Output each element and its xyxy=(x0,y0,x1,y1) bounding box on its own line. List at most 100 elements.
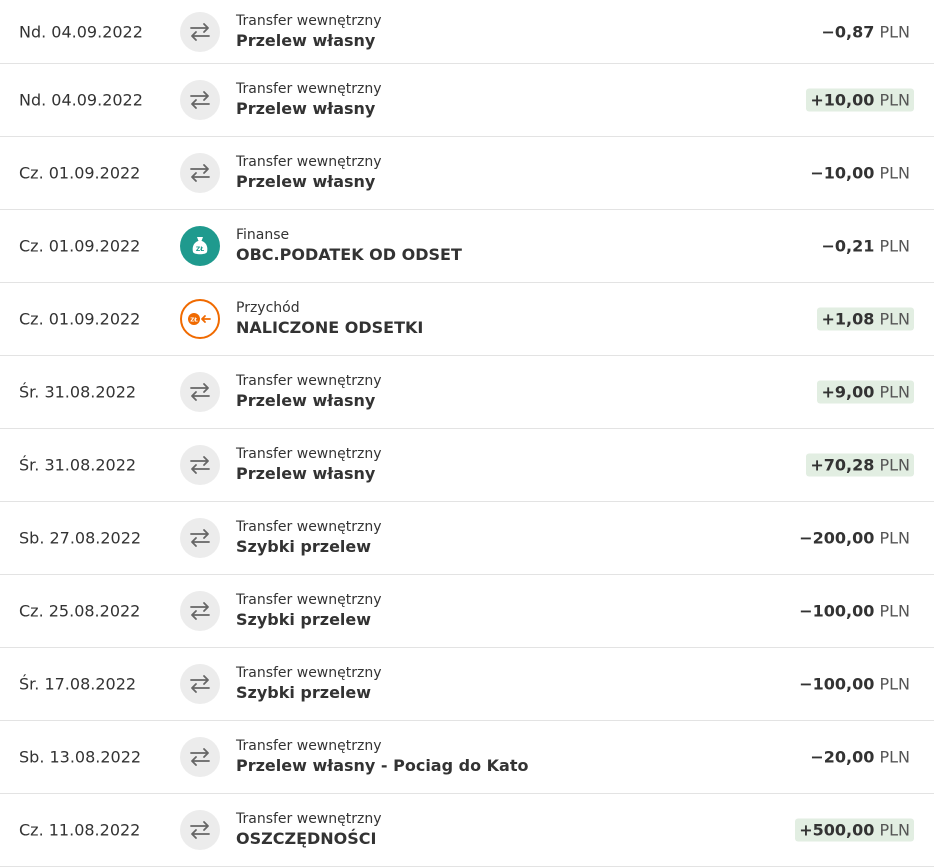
transaction-title: OBC.PODATEK OD ODSET xyxy=(236,245,462,264)
transaction-row[interactable]: Cz. 01.09.2022 ZŁ Finanse OBC.PODATEK OD OD… xyxy=(0,210,934,283)
amount-currency: PLN xyxy=(879,820,910,840)
transaction-date: Nd. 04.09.2022 xyxy=(19,22,143,41)
amount-value: +500,00 xyxy=(799,820,875,840)
transfer-arrows-icon xyxy=(180,153,220,193)
transaction-description: Finanse OBC.PODATEK OD ODSET xyxy=(236,226,462,266)
transaction-date: Cz. 25.08.2022 xyxy=(19,601,141,621)
transfer-arrows-icon xyxy=(180,664,220,704)
amount-currency: PLN xyxy=(879,455,910,475)
transaction-row[interactable]: Cz. 01.09.2022 Transfer wewnętrzny Przelew… xyxy=(0,137,934,210)
transaction-title: Przelew własny - Pociag do Kato xyxy=(236,756,529,775)
transaction-amount: −0,87 PLN xyxy=(817,20,914,43)
transaction-date: Śr. 31.08.2022 xyxy=(19,455,137,475)
transaction-row[interactable]: Śr. 31.08.2022 Transfer wewnętrzny Przelew… xyxy=(0,356,934,429)
amount-value: +10,00 xyxy=(810,90,875,110)
transfer-arrows-icon xyxy=(180,372,220,412)
transaction-row[interactable]: Cz. 25.08.2022 Transfer wewnętrzny Szybki … xyxy=(0,575,934,648)
transaction-category: Transfer wewnętrzny xyxy=(236,446,382,462)
transaction-category: Transfer wewnętrzny xyxy=(236,592,382,608)
coin-incoming-icon: ZŁ xyxy=(180,299,220,339)
transaction-amount: +70,28 PLN xyxy=(806,453,914,477)
amount-currency: PLN xyxy=(879,309,910,329)
transaction-date: Śr. 17.08.2022 xyxy=(19,674,137,694)
transaction-title: Przelew własny xyxy=(236,464,376,483)
transfer-arrows-icon xyxy=(180,80,220,120)
transaction-amount: +9,00 PLN xyxy=(817,380,914,404)
transaction-amount: −0,21 PLN xyxy=(817,235,914,258)
svg-text:ZŁ: ZŁ xyxy=(190,318,198,324)
amount-value: −10,00 xyxy=(810,163,875,183)
amount-currency: PLN xyxy=(879,382,910,402)
transaction-row[interactable]: Sb. 27.08.2022 Transfer wewnętrzny Szybki … xyxy=(0,502,934,575)
transaction-row[interactable]: Śr. 31.08.2022 Transfer wewnętrzny Przelew… xyxy=(0,429,934,502)
transfer-arrows-icon xyxy=(180,518,220,558)
amount-currency: PLN xyxy=(879,236,910,256)
transaction-row[interactable]: Śr. 17.08.2022 Transfer wewnętrzny Szybki … xyxy=(0,648,934,721)
transaction-category: Finanse xyxy=(236,227,290,243)
transaction-amount: −10,00 PLN xyxy=(806,162,914,185)
transaction-category: Transfer wewnętrzny xyxy=(236,811,382,827)
transaction-date: Śr. 31.08.2022 xyxy=(19,382,137,402)
transaction-description: Transfer wewnętrzny Szybki przelew xyxy=(236,664,382,704)
amount-value: −200,00 xyxy=(799,528,875,548)
transaction-category: Transfer wewnętrzny xyxy=(236,12,382,29)
transaction-title: Przelew własny xyxy=(236,30,376,50)
transaction-title: OSZCZĘDNOŚCI xyxy=(236,829,377,848)
amount-currency: PLN xyxy=(879,163,910,183)
transaction-row[interactable]: Sb. 13.08.2022 Transfer wewnętrzny Przelew… xyxy=(0,721,934,794)
transaction-amount: −200,00 PLN xyxy=(795,527,914,550)
amount-value: −0,87 xyxy=(821,22,875,41)
amount-value: −20,00 xyxy=(810,747,875,767)
transaction-title: NALICZONE ODSETKI xyxy=(236,318,424,337)
transaction-category: Przychód xyxy=(236,300,300,316)
transaction-title: Szybki przelew xyxy=(236,683,372,702)
transaction-title: Szybki przelew xyxy=(236,537,372,556)
transfer-arrows-icon xyxy=(180,445,220,485)
transaction-amount: −100,00 PLN xyxy=(795,600,914,623)
amount-value: −100,00 xyxy=(799,601,875,621)
transaction-date: Cz. 01.09.2022 xyxy=(19,309,141,329)
transaction-description: Przychód NALICZONE ODSETKI xyxy=(236,299,423,339)
transaction-category: Transfer wewnętrzny xyxy=(236,154,382,170)
transaction-category: Transfer wewnętrzny xyxy=(236,519,382,535)
transaction-row[interactable]: Cz. 11.08.2022 Transfer wewnętrzny OSZCZĘD… xyxy=(0,794,934,867)
transaction-row[interactable]: Nd. 04.09.2022 Transfer wewnętrzny Przelew… xyxy=(0,64,934,137)
transaction-date: Cz. 01.09.2022 xyxy=(19,163,141,183)
transaction-amount: −20,00 PLN xyxy=(806,746,914,769)
transaction-description: Transfer wewnętrzny Przelew własny xyxy=(236,153,382,193)
transaction-category: Transfer wewnętrzny xyxy=(236,738,382,754)
transaction-amount: +500,00 PLN xyxy=(795,818,914,842)
transaction-description: Transfer wewnętrzny Przelew własny xyxy=(236,12,382,52)
amount-value: +70,28 xyxy=(810,455,875,475)
transaction-description: Transfer wewnętrzny OSZCZĘDNOŚCI xyxy=(236,810,382,850)
transaction-list: Nd. 04.09.2022 Transfer wewnętrzny Przelew… xyxy=(0,0,934,867)
transaction-title: Przelew własny xyxy=(236,391,376,410)
transaction-title: Przelew własny xyxy=(236,99,376,118)
transaction-category: Transfer wewnętrzny xyxy=(236,81,382,97)
transfer-arrows-icon xyxy=(180,810,220,850)
transaction-row[interactable]: Cz. 01.09.2022 ZŁ Przychód NALICZONE ODSETK… xyxy=(0,283,934,356)
amount-value: +9,00 xyxy=(821,382,875,402)
amount-value: −100,00 xyxy=(799,674,875,694)
transaction-date: Cz. 11.08.2022 xyxy=(19,820,141,840)
transaction-date: Cz. 01.09.2022 xyxy=(19,236,141,256)
amount-currency: PLN xyxy=(879,528,910,548)
amount-currency: PLN xyxy=(879,674,910,694)
transaction-row[interactable]: Nd. 04.09.2022 Transfer wewnętrzny Przelew… xyxy=(0,0,934,64)
transaction-description: Transfer wewnętrzny Przelew własny xyxy=(236,80,382,120)
svg-text:ZŁ: ZŁ xyxy=(196,246,204,253)
amount-currency: PLN xyxy=(879,90,910,110)
transaction-category: Transfer wewnętrzny xyxy=(236,665,382,681)
transaction-date: Nd. 04.09.2022 xyxy=(19,90,143,110)
transfer-arrows-icon xyxy=(180,591,220,631)
transaction-amount: +1,08 PLN xyxy=(817,307,914,331)
transaction-date: Sb. 27.08.2022 xyxy=(19,528,142,548)
amount-value: −0,21 xyxy=(821,236,875,256)
transaction-description: Transfer wewnętrzny Przelew własny xyxy=(236,372,382,412)
transaction-amount: −100,00 PLN xyxy=(795,673,914,696)
transaction-date: Sb. 13.08.2022 xyxy=(19,747,142,767)
transaction-description: Transfer wewnętrzny Przelew własny - Poci… xyxy=(236,737,528,777)
transfer-arrows-icon xyxy=(180,11,220,52)
amount-currency: PLN xyxy=(879,22,910,41)
transaction-description: Transfer wewnętrzny Szybki przelew xyxy=(236,518,382,558)
